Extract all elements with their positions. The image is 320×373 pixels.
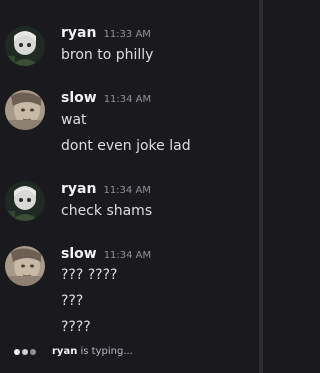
message-text: wat [61,112,87,128]
avatar[interactable] [5,26,45,66]
message-text: dont even joke lad [61,138,191,154]
typing-dot [22,348,28,355]
scrollbar[interactable] [259,0,263,373]
avatar[interactable] [5,246,45,286]
typing-text: ryan is typing... [52,346,133,357]
typing-indicator: ryan is typing... [14,346,133,357]
typing-suffix: is typing... [77,346,133,357]
message-header: slow 11:34 AM [61,246,151,262]
anime-face-avatar-icon [5,181,45,221]
username[interactable]: slow [61,90,97,106]
message-text: ??? ???? [61,267,118,283]
timestamp: 11:34 AM [103,185,151,196]
sepia-face-avatar-icon [5,90,45,130]
message-header: slow 11:34 AM [61,90,151,106]
username[interactable]: slow [61,246,97,262]
message-text: bron to philly [61,47,154,63]
username[interactable]: ryan [61,181,96,197]
avatar[interactable] [5,181,45,221]
message-header: ryan 11:34 AM [61,181,151,197]
typing-username: ryan [52,346,78,357]
timestamp: 11:34 AM [103,94,152,105]
timestamp: 11:33 AM [103,29,151,40]
anime-face-avatar-icon [5,26,45,66]
message-text: check shams [61,203,153,219]
timestamp: 11:34 AM [103,250,152,261]
message-text: ???? [61,319,91,335]
username[interactable]: ryan [61,25,96,41]
message-header: ryan 11:33 AM [61,25,151,41]
message-text: ??? [61,293,84,309]
chat-window: ryan 11:33 AM bron to philly slow 11:34 … [0,0,263,373]
avatar[interactable] [5,90,45,130]
typing-dot [14,348,20,355]
sepia-face-avatar-icon [5,246,45,286]
message-list: ryan 11:33 AM bron to philly slow 11:34 … [0,0,256,340]
typing-dots-icon [14,348,38,355]
typing-dot [30,348,36,355]
